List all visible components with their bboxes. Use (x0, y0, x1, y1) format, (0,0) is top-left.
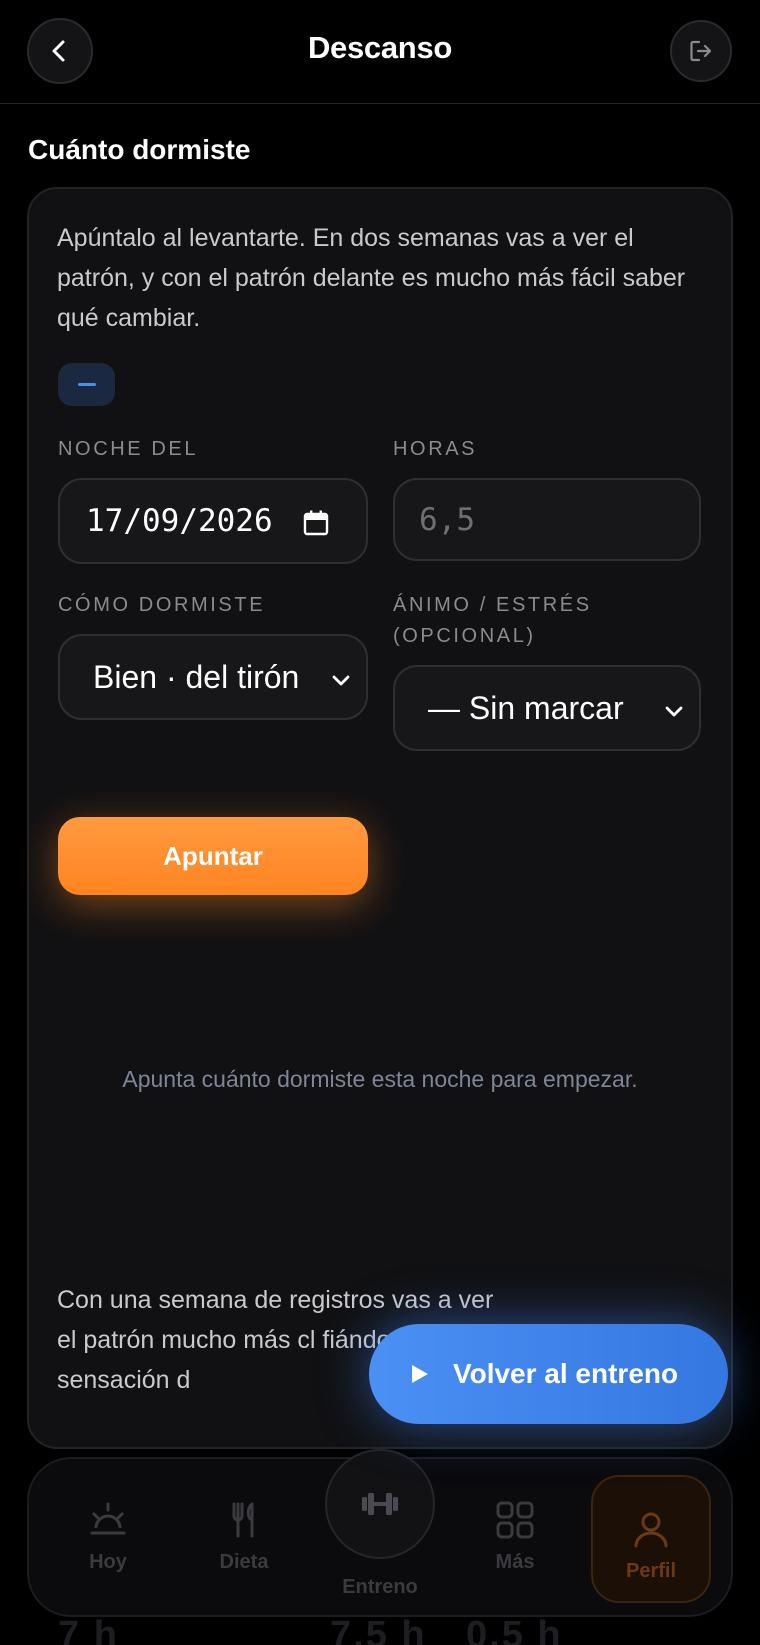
nav-item-dieta[interactable]: Dieta (189, 1500, 299, 1574)
logout-button[interactable] (670, 20, 732, 82)
date-value: 17/09/2026 (86, 503, 273, 539)
sleep-quality-value: Bien · del tirón (93, 658, 300, 695)
collapse-toggle[interactable] (58, 363, 115, 406)
logout-icon (690, 40, 712, 62)
nav-label-entreno: Entreno (342, 1576, 418, 1598)
peek-value: 7 h (58, 1614, 119, 1645)
play-icon (412, 1365, 428, 1383)
submit-button[interactable]: Apuntar (58, 817, 368, 895)
hours-input[interactable] (419, 501, 679, 538)
chevron-down-icon (665, 706, 683, 717)
intro-text: Apúntalo al levantarte. En dos semanas v… (57, 224, 686, 332)
sun-icon (90, 1502, 126, 1535)
nav-label: Más (495, 1551, 535, 1573)
chevron-down-icon (332, 675, 350, 686)
nav-label: Dieta (219, 1551, 269, 1573)
page-title: Descanso (307, 30, 453, 65)
nav-label: Perfil (625, 1560, 677, 1582)
peek-value: 0,5 h (466, 1614, 563, 1645)
mood-label: ÁNIMO / ESTRÉS (OPCIONAL) (393, 594, 592, 647)
minus-icon (77, 383, 96, 386)
empty-state-message: Apunta cuánto dormiste esta noche para e… (122, 1066, 638, 1092)
calendar-icon[interactable] (302, 509, 330, 537)
top-bar: Descanso (0, 0, 760, 104)
section-title: Cuánto dormiste (28, 134, 251, 165)
date-label: NOCHE DEL (58, 438, 199, 460)
fab-label: Volver al entreno (453, 1358, 679, 1389)
nav-item-hoy[interactable]: Hoy (53, 1500, 163, 1574)
hours-label: HORAS (393, 438, 478, 460)
back-to-workout-button[interactable]: Volver al entreno (369, 1324, 728, 1424)
grid-icon (496, 1501, 534, 1539)
nav-item-mas[interactable]: Más (460, 1500, 570, 1574)
dumbbell-icon (362, 1493, 398, 1515)
nav-label: Hoy (89, 1551, 127, 1573)
page: Descanso Cuánto dormiste Apúntalo al lev… (0, 0, 760, 1645)
hours-field[interactable] (393, 478, 701, 561)
nav-item-perfil[interactable]: Perfil (591, 1475, 711, 1603)
nav-item-entreno[interactable] (325, 1449, 435, 1559)
sleep-quality-select[interactable]: Bien · del tirón (58, 634, 368, 720)
user-icon (634, 1512, 668, 1548)
sleep-quality-label: CÓMO DORMISTE (58, 594, 266, 616)
mood-value: — Sin marcar (428, 689, 624, 726)
date-field[interactable]: 17/09/2026 (58, 478, 368, 564)
fork-knife-icon (232, 1502, 254, 1538)
mood-select[interactable]: — Sin marcar (393, 665, 701, 751)
peek-value: 7,5 h (330, 1614, 427, 1645)
